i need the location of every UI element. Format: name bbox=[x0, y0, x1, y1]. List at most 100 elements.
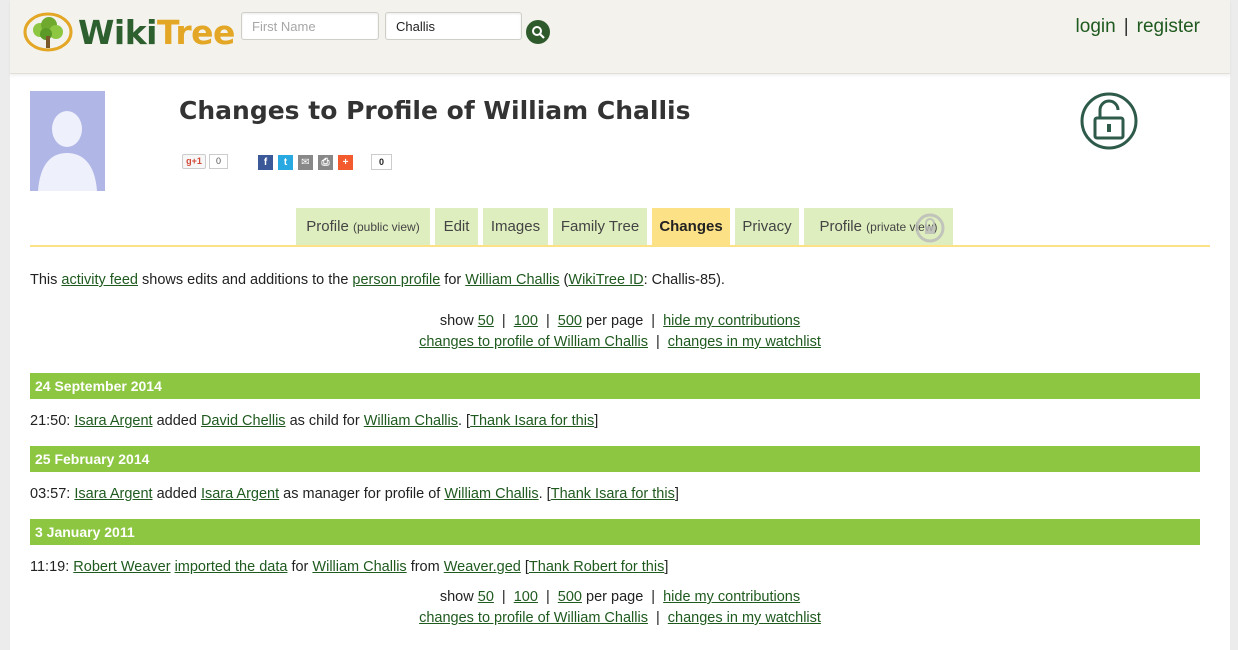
date-header: 24 September 2014 bbox=[30, 373, 1200, 399]
intro-text-1: This bbox=[30, 272, 62, 288]
entry-text: ] bbox=[594, 413, 599, 429]
show-500-link[interactable]: 500 bbox=[558, 313, 582, 329]
tab-changes[interactable]: Changes bbox=[652, 208, 730, 246]
tab-family-tree[interactable]: Family Tree bbox=[553, 208, 647, 246]
tab-privacy[interactable]: Privacy bbox=[735, 208, 799, 246]
entry-text: for bbox=[287, 559, 313, 575]
print-icon[interactable]: ⎙ bbox=[318, 155, 333, 170]
entry-text: [ bbox=[520, 559, 529, 575]
login-link[interactable]: login bbox=[1076, 16, 1116, 37]
person-silhouette-icon bbox=[30, 91, 105, 191]
imported-data-link[interactable]: imported the data bbox=[175, 559, 288, 575]
target-link[interactable]: William Challis bbox=[444, 486, 538, 502]
twitter-icon[interactable]: t bbox=[278, 155, 293, 170]
page: WikiTree login | register Changes to Profi… bbox=[10, 0, 1230, 650]
changes-to-profile-link[interactable]: changes to profile of William Challis bbox=[419, 610, 648, 626]
entry-text: ] bbox=[674, 486, 679, 502]
profile-name-link[interactable]: William Challis bbox=[465, 272, 559, 288]
tab-label: Profile bbox=[819, 218, 862, 235]
email-icon[interactable]: ✉ bbox=[298, 155, 313, 170]
feed-entry: 03:57: Isara Argent added Isara Argent a… bbox=[30, 484, 679, 504]
logo-text: WikiTree bbox=[78, 12, 235, 52]
hide-contributions-link[interactable]: hide my contributions bbox=[663, 313, 800, 329]
intro-text-5: : Challis-85). bbox=[643, 272, 725, 288]
watchlist-changes-link[interactable]: changes in my watchlist bbox=[668, 610, 821, 626]
pager-separator: | bbox=[651, 313, 656, 329]
date-header: 3 January 2011 bbox=[30, 519, 1200, 545]
feed-entry: 21:50: Isara Argent added David Chellis … bbox=[30, 411, 598, 431]
show-label: show bbox=[439, 589, 474, 605]
search-button[interactable] bbox=[526, 20, 550, 44]
unlocked-padlock-icon bbox=[1080, 92, 1138, 150]
entry-text: from bbox=[406, 559, 444, 575]
pager-row: show 50 | 100 | 500 per page | hide my c… bbox=[10, 587, 1230, 608]
lock-watermark-icon bbox=[915, 213, 945, 243]
facebook-icon[interactable]: f bbox=[258, 155, 273, 170]
pager-bottom: show 50 | 100 | 500 per page | hide my c… bbox=[10, 587, 1230, 629]
thank-link[interactable]: Thank Isara for this bbox=[470, 413, 594, 429]
thank-link[interactable]: Thank Isara for this bbox=[551, 486, 675, 502]
first-name-input[interactable] bbox=[241, 12, 379, 40]
pager-separator: | bbox=[655, 610, 660, 626]
share-plus-icon[interactable]: + bbox=[338, 155, 353, 170]
entry-text: . [ bbox=[538, 486, 551, 502]
tab-sublabel: (public view) bbox=[353, 220, 420, 234]
actor-link[interactable]: Isara Argent bbox=[74, 413, 152, 429]
tree-logo-icon bbox=[23, 12, 73, 52]
tab-divider bbox=[30, 245, 1210, 247]
target-link[interactable]: William Challis bbox=[364, 413, 458, 429]
activity-feed-link[interactable]: activity feed bbox=[61, 272, 138, 288]
google-plus-count: 0 bbox=[209, 154, 228, 169]
person-profile-link[interactable]: person profile bbox=[352, 272, 440, 288]
feed-entry: 11:19: Robert Weaver imported the data f… bbox=[30, 557, 668, 577]
pager-separator: | bbox=[651, 589, 656, 605]
pager-separator: | bbox=[501, 589, 506, 605]
site-header: WikiTree login | register bbox=[10, 0, 1230, 74]
page-title: Changes to Profile of William Challis bbox=[179, 96, 691, 125]
tab-label: Profile bbox=[306, 218, 349, 235]
tab-profile-public[interactable]: Profile (public view) bbox=[296, 208, 430, 246]
thank-link[interactable]: Thank Robert for this bbox=[529, 559, 664, 575]
entry-text: added bbox=[152, 413, 201, 429]
object-link[interactable]: David Chellis bbox=[201, 413, 286, 429]
entry-text: as child for bbox=[285, 413, 364, 429]
wikitree-logo[interactable]: WikiTree bbox=[22, 9, 235, 55]
google-plus-button[interactable]: g+1 bbox=[182, 154, 206, 169]
per-page-label: per page bbox=[586, 313, 644, 329]
entry-text: ] bbox=[664, 559, 669, 575]
auth-separator: | bbox=[1123, 16, 1129, 37]
target-link[interactable]: William Challis bbox=[312, 559, 406, 575]
pager-row: changes to profile of William Challis | … bbox=[10, 332, 1230, 353]
show-500-link[interactable]: 500 bbox=[558, 589, 582, 605]
tab-edit[interactable]: Edit bbox=[435, 208, 478, 246]
search-icon bbox=[532, 26, 545, 39]
intro-text-2: shows edits and additions to the bbox=[138, 272, 353, 288]
changes-to-profile-link[interactable]: changes to profile of William Challis bbox=[419, 334, 648, 350]
gedcom-file-link[interactable]: Weaver.ged bbox=[444, 559, 521, 575]
entry-text: as manager for profile of bbox=[279, 486, 445, 502]
profile-avatar bbox=[30, 91, 105, 191]
tab-images[interactable]: Images bbox=[483, 208, 548, 246]
entry-time: 11:19: bbox=[30, 559, 70, 575]
object-link[interactable]: Isara Argent bbox=[201, 486, 279, 502]
show-50-link[interactable]: 50 bbox=[478, 589, 494, 605]
wikitree-id-link[interactable]: WikiTree ID bbox=[568, 272, 643, 288]
date-header: 25 February 2014 bbox=[30, 446, 1200, 472]
pager-row: changes to profile of William Challis | … bbox=[10, 608, 1230, 629]
watchlist-changes-link[interactable]: changes in my watchlist bbox=[668, 334, 821, 350]
show-100-link[interactable]: 100 bbox=[514, 313, 538, 329]
show-50-link[interactable]: 50 bbox=[478, 313, 494, 329]
entry-time: 03:57: bbox=[30, 486, 71, 502]
hide-contributions-link[interactable]: hide my contributions bbox=[663, 589, 800, 605]
register-link[interactable]: register bbox=[1137, 16, 1200, 37]
per-page-label: per page bbox=[586, 589, 644, 605]
pager-row: show 50 | 100 | 500 per page | hide my c… bbox=[10, 311, 1230, 332]
last-name-input[interactable] bbox=[385, 12, 522, 40]
tab-profile-private[interactable]: Profile (private view) bbox=[804, 208, 953, 246]
share-count: 0 bbox=[371, 154, 392, 170]
pager-separator: | bbox=[545, 313, 550, 329]
show-100-link[interactable]: 100 bbox=[514, 589, 538, 605]
actor-link[interactable]: Isara Argent bbox=[74, 486, 152, 502]
pager-separator: | bbox=[501, 313, 506, 329]
actor-link[interactable]: Robert Weaver bbox=[73, 559, 170, 575]
